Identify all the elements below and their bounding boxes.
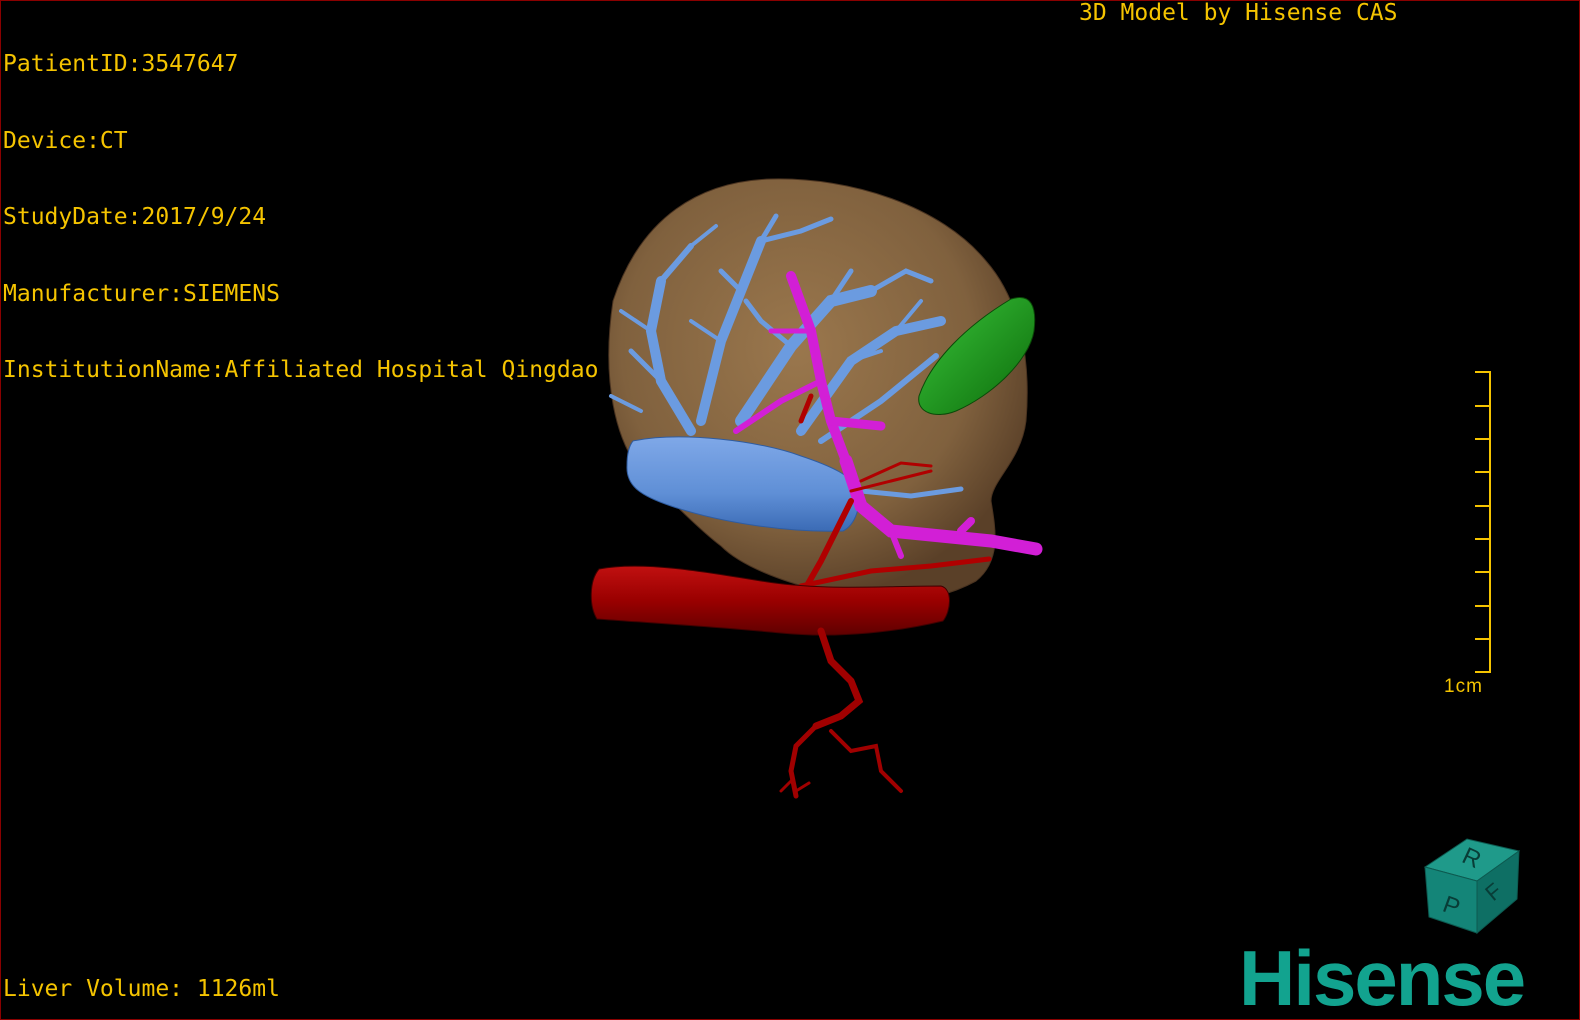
lower-artery-branch[interactable]	[779, 627, 903, 799]
orientation-cube[interactable]: R F P	[1419, 837, 1529, 937]
liver-volume: Liver Volume: 1126ml	[3, 976, 280, 1002]
scale-bar-label: 1cm	[1444, 676, 1483, 697]
3d-viewport[interactable]: PatientID:3547647 Device:CT StudyDate:20…	[0, 0, 1580, 1020]
hisense-logo: Hisense	[1239, 934, 1526, 1020]
scale-bar	[1475, 371, 1491, 673]
liver-3d-model[interactable]	[1, 1, 1579, 1019]
